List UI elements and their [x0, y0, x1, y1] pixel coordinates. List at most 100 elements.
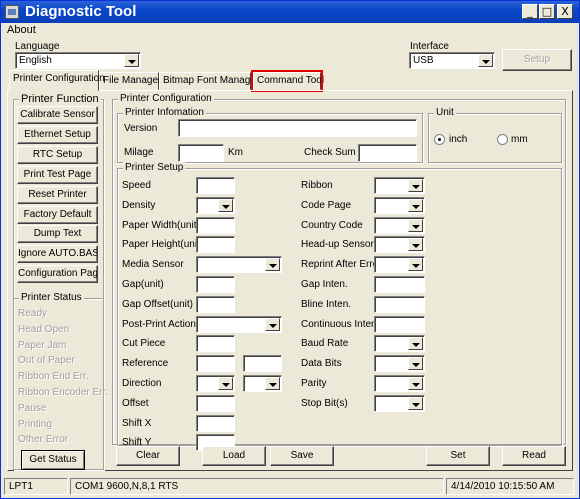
setup-field[interactable]	[374, 295, 425, 313]
setup-field[interactable]	[196, 414, 235, 432]
chevron-down-icon[interactable]	[265, 258, 280, 272]
setup-select[interactable]	[196, 196, 235, 214]
chevron-down-icon[interactable]	[408, 337, 423, 351]
setup-label: Density	[122, 199, 156, 211]
unit-inch-label: inch	[449, 134, 468, 145]
milage-field[interactable]	[178, 144, 224, 162]
ethernet-setup-button[interactable]: Ethernet Setup	[17, 125, 98, 144]
tab-command-tool[interactable]: Command Tool	[251, 70, 324, 92]
setup-select[interactable]	[374, 335, 425, 353]
chevron-down-icon[interactable]	[408, 357, 423, 371]
setup-field[interactable]	[196, 177, 235, 194]
setup-field[interactable]	[196, 394, 235, 412]
menu-about[interactable]: About	[7, 24, 36, 36]
version-label: Version	[124, 123, 158, 134]
chevron-down-icon[interactable]	[408, 377, 423, 390]
setup-label: Paper Width(unit)	[122, 219, 200, 231]
chevron-down-icon[interactable]	[124, 54, 139, 67]
setup-field[interactable]	[196, 355, 235, 373]
setup-label: Cut Piece	[122, 338, 166, 350]
setup-field[interactable]	[374, 315, 425, 333]
dump-text-button[interactable]: Dump Text	[17, 225, 98, 244]
print-test-page-button[interactable]: Print Test Page	[17, 165, 98, 184]
minimize-button[interactable]: _	[522, 4, 538, 19]
setup-label: Offset	[122, 397, 149, 409]
maximize-button[interactable]: □	[539, 4, 555, 19]
chevron-down-icon[interactable]	[218, 377, 233, 390]
read-button[interactable]: Read	[502, 446, 566, 466]
setup-select[interactable]	[196, 256, 282, 274]
configuration-page-button[interactable]: Configuration Page	[17, 265, 98, 284]
setup-label: Code Page	[301, 199, 352, 211]
chevron-down-icon[interactable]	[408, 179, 423, 192]
chevron-down-icon[interactable]	[218, 198, 233, 212]
setup-select[interactable]	[243, 375, 282, 392]
factory-default-button[interactable]: Factory Default	[17, 205, 98, 224]
tab-file-manager[interactable]: File Manager	[99, 72, 161, 90]
printer-status-title: Printer Status	[19, 292, 84, 303]
chevron-down-icon[interactable]	[265, 317, 280, 331]
setup-select[interactable]	[374, 177, 425, 194]
setup-select[interactable]	[196, 315, 282, 333]
setup-label: Post-Print Action	[122, 318, 196, 330]
setup-select[interactable]	[374, 355, 425, 373]
chevron-down-icon[interactable]	[408, 218, 423, 232]
clear-button[interactable]: Clear	[116, 446, 180, 466]
setup-select[interactable]	[374, 216, 425, 234]
status-port: LPT1	[4, 478, 68, 495]
setup-select[interactable]	[196, 375, 235, 392]
setup-field[interactable]	[196, 216, 235, 234]
set-button[interactable]: Set	[426, 446, 490, 466]
rtc-setup-button[interactable]: RTC Setup	[17, 145, 98, 164]
setup-field[interactable]	[243, 355, 282, 373]
setup-field[interactable]	[374, 276, 425, 293]
get-status-button[interactable]: Get Status	[21, 450, 85, 470]
save-button[interactable]: Save	[270, 446, 334, 466]
chevron-down-icon[interactable]	[408, 258, 423, 272]
language-group: Language English	[9, 41, 141, 69]
printer-information-group: Printer Infomation Version Milage Km Che…	[117, 107, 423, 163]
setup-select[interactable]	[374, 256, 425, 274]
setup-label: Stop Bit(s)	[301, 397, 348, 409]
version-field[interactable]	[178, 119, 417, 137]
setup-label: Bline Inten.	[301, 298, 352, 310]
status-com: COM1 9600,N,8,1 RTS	[70, 478, 444, 495]
km-unit-label: Km	[228, 147, 243, 158]
title-bar[interactable]: Diagnostic Tool _ □ X	[1, 1, 579, 23]
ignore-auto-bas-button[interactable]: Ignore AUTO.BAS	[17, 245, 98, 264]
status-indicator: Ribbon Encoder Err.	[18, 387, 109, 398]
setup-field[interactable]	[196, 295, 235, 313]
tab-bitmap-font-manager[interactable]: Bitmap Font Manager	[159, 72, 259, 90]
interface-select[interactable]: USB	[409, 52, 495, 69]
unit-inch-radio[interactable]	[434, 134, 445, 145]
load-button[interactable]: Load	[202, 446, 266, 466]
setup-select[interactable]	[374, 236, 425, 254]
setup-field[interactable]	[196, 236, 235, 254]
close-button[interactable]: X	[557, 4, 573, 19]
language-select[interactable]: English	[15, 52, 141, 69]
chevron-down-icon[interactable]	[265, 377, 280, 390]
check-sum-field[interactable]	[358, 144, 417, 162]
setup-select[interactable]	[374, 196, 425, 214]
reset-printer-button[interactable]: Reset Printer	[17, 185, 98, 204]
setup-label: Shift X	[122, 417, 152, 429]
calibrate-sensor-button[interactable]: Calibrate Sensor	[17, 106, 98, 124]
status-indicator: Ready	[18, 308, 47, 319]
setup-button[interactable]: Setup	[502, 49, 572, 71]
setup-label: Speed	[122, 180, 151, 191]
chevron-down-icon[interactable]	[408, 396, 423, 410]
unit-mm-radio[interactable]	[497, 134, 508, 145]
setup-select[interactable]	[374, 375, 425, 392]
chevron-down-icon[interactable]	[408, 198, 423, 212]
setup-field[interactable]	[196, 335, 235, 353]
setup-label: Gap(unit)	[122, 279, 164, 290]
setup-select[interactable]	[374, 394, 425, 412]
unit-title: Unit	[434, 107, 456, 118]
printer-function-title: Printer Function	[19, 93, 101, 105]
setup-label: Head-up Sensor	[301, 239, 374, 251]
tab-printer-configuration[interactable]: Printer Configuration	[9, 70, 105, 91]
chevron-down-icon[interactable]	[478, 54, 493, 67]
chevron-down-icon[interactable]	[408, 238, 423, 252]
status-indicator: Printing	[18, 418, 52, 430]
setup-field[interactable]	[196, 276, 235, 293]
